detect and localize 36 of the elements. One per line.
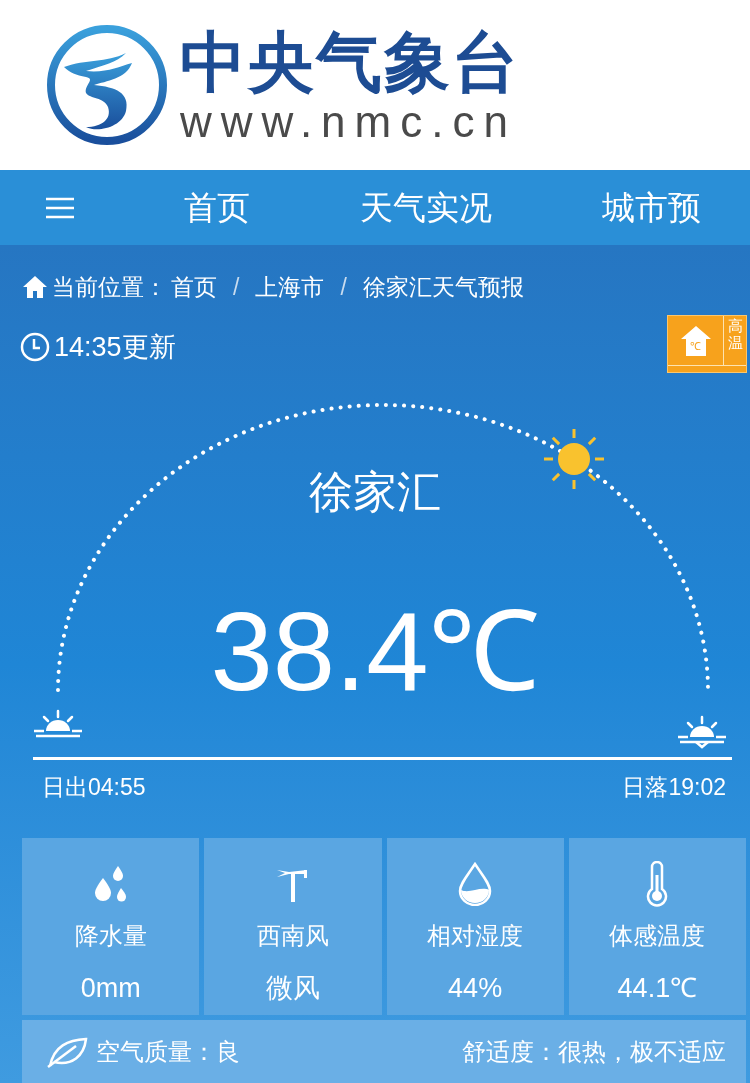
breadcrumb-link[interactable]: 徐家汇天气预报 [362, 269, 524, 305]
breadcrumb-separator: / [233, 272, 240, 302]
sunset-icon [676, 715, 728, 749]
detail-label: 相对湿度 [427, 921, 524, 951]
breadcrumb-label: 当前位置： [52, 272, 167, 302]
breadcrumb-separator: / [340, 272, 347, 302]
air-quality: 空气质量：良 [96, 1036, 240, 1067]
site-title: 中央气象台 [180, 25, 520, 99]
station-name: 徐家汇 [309, 466, 441, 518]
home-icon [22, 275, 48, 299]
site-url: www.nmc.cn [180, 99, 518, 145]
water-drops-icon [92, 864, 129, 904]
breadcrumb-link[interactable]: 上海市 [255, 269, 325, 305]
detail-value: 微风 [265, 972, 320, 1005]
clock-icon [20, 332, 50, 363]
nav-link[interactable]: 天气实况 [360, 182, 492, 233]
warning-label: 高温 [726, 316, 744, 353]
detail-value: 44% [448, 972, 503, 1005]
leaf-icon [46, 1035, 88, 1068]
sunrise-time: 日出04:55 [42, 773, 146, 802]
update-time: 14:35更新 [54, 331, 176, 364]
detail-label: 体感温度 [609, 921, 706, 951]
logo-icon [46, 23, 168, 147]
detail-label: 西南风 [256, 921, 329, 951]
sunset-time: 日落19:02 [622, 773, 726, 802]
nav-link[interactable]: 首页 [184, 182, 250, 233]
current-temperature: 38.4℃ [210, 596, 540, 708]
detail-label: 降水量 [74, 921, 147, 951]
detail-value: 0mm [80, 972, 141, 1005]
nav-link[interactable]: 城市预 [602, 182, 701, 233]
comfort-level: 舒适度：很热，极不适应 [462, 1036, 726, 1067]
breadcrumb-link[interactable]: 首页 [171, 269, 217, 305]
heat-warning-badge[interactable]: ℃ 高温 [667, 315, 747, 373]
detail-value: 44.1℃ [617, 972, 698, 1005]
menu-icon[interactable] [46, 196, 74, 219]
half-filled-drop-icon [457, 862, 494, 906]
